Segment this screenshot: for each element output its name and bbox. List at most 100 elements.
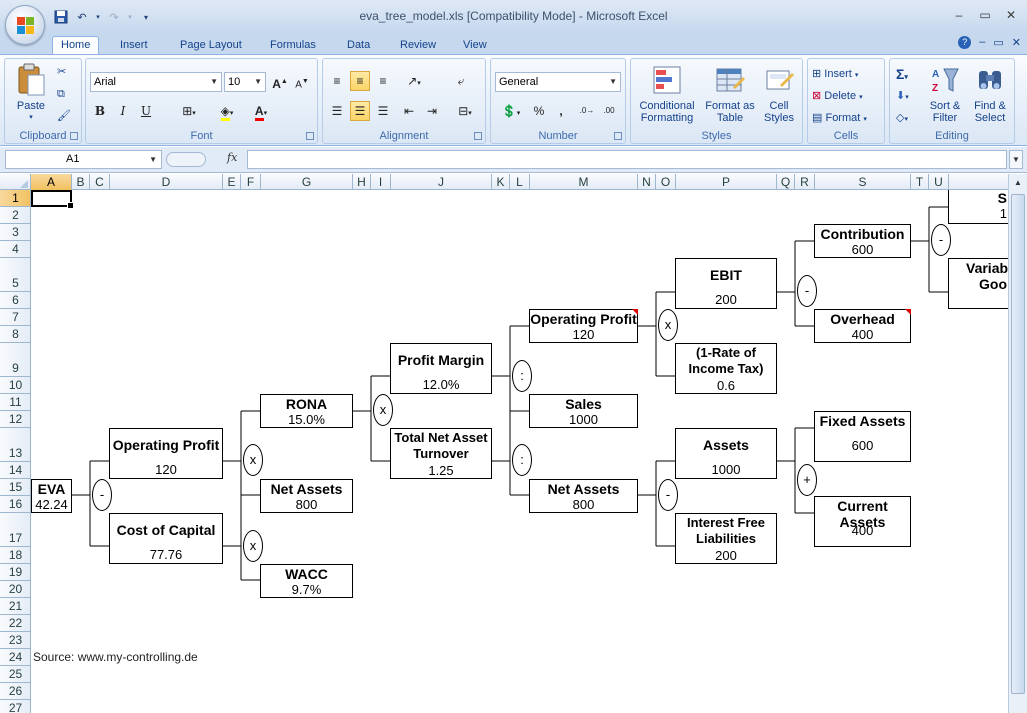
column-header[interactable]: P	[676, 174, 777, 190]
row-header[interactable]: 18	[0, 547, 30, 564]
format-cells-button[interactable]: ▤ Format ▾	[812, 111, 867, 127]
row-header[interactable]: 8	[0, 326, 30, 343]
minimize-button[interactable]: –	[949, 6, 969, 24]
insert-cells-button[interactable]: ⊞ Insert ▾	[812, 67, 858, 83]
align-top-button[interactable]: ≡	[327, 71, 347, 91]
insert-function-button[interactable]: fx	[227, 151, 237, 164]
wrap-text-button[interactable]: ⤶	[451, 71, 471, 91]
scroll-up-arrow-icon[interactable]: ▲	[1011, 176, 1025, 190]
bold-button[interactable]: B	[90, 101, 110, 121]
row-header[interactable]: 26	[0, 683, 30, 700]
formula-input[interactable]	[247, 150, 1007, 169]
align-center-button[interactable]: ☰	[350, 101, 370, 121]
row-header[interactable]: 1	[0, 190, 30, 207]
italic-button[interactable]: I	[113, 101, 133, 121]
column-header[interactable]: N	[638, 174, 656, 190]
number-format-combo[interactable]: General ▼	[495, 72, 621, 92]
workbook-restore-icon[interactable]: ▭	[993, 36, 1003, 49]
comma-style-button[interactable]: ,	[551, 101, 571, 121]
sort-filter-button[interactable]: AZ Sort & Filter	[924, 65, 966, 124]
row-header[interactable]: 14	[0, 462, 30, 479]
worksheet-grid[interactable]: EVA 42.24 - Operating Profit 120 Cost of…	[31, 190, 1008, 713]
column-header[interactable]: D	[110, 174, 223, 190]
column-header[interactable]: M	[530, 174, 638, 190]
office-button[interactable]	[5, 5, 45, 45]
column-header[interactable]: K	[492, 174, 510, 190]
column-header[interactable]: O	[656, 174, 676, 190]
font-launcher-icon[interactable]	[306, 132, 314, 140]
formula-handle[interactable]	[166, 152, 206, 167]
comment-indicator[interactable]	[905, 309, 911, 315]
format-painter-icon[interactable]: 🖌	[57, 109, 71, 123]
merge-center-button[interactable]: ⊟▾	[451, 101, 479, 121]
row-header[interactable]: 23	[0, 632, 30, 649]
column-header[interactable]: F	[241, 174, 261, 190]
column-header[interactable]: B	[72, 174, 90, 190]
row-header[interactable]: 17	[0, 513, 30, 547]
row-header[interactable]: 25	[0, 666, 30, 683]
underline-button[interactable]: U	[136, 101, 156, 121]
align-bottom-button[interactable]: ≡	[373, 71, 393, 91]
workbook-minimize-icon[interactable]: –	[979, 36, 985, 49]
column-header[interactable]: E	[223, 174, 241, 190]
paste-dropdown-icon[interactable]: ▾	[11, 112, 51, 124]
column-header[interactable]: Q	[777, 174, 795, 190]
tab-formulas[interactable]: Formulas	[262, 37, 324, 55]
borders-button[interactable]: ⊞▾	[174, 101, 204, 121]
align-right-button[interactable]: ☰	[373, 101, 393, 121]
row-header[interactable]: 3	[0, 224, 30, 241]
paste-button[interactable]: Paste ▾	[11, 63, 51, 124]
workbook-close-icon[interactable]: ✕	[1012, 36, 1021, 49]
column-header[interactable]: S	[815, 174, 911, 190]
autosum-button[interactable]: Σ▾	[896, 67, 908, 85]
copy-icon[interactable]: ⧉	[57, 87, 65, 101]
column-header-partial[interactable]	[949, 174, 1008, 190]
row-header[interactable]: 5	[0, 258, 30, 292]
column-header[interactable]: I	[371, 174, 391, 190]
column-header[interactable]: U	[929, 174, 949, 190]
tab-data[interactable]: Data	[339, 37, 378, 55]
format-as-table-button[interactable]: Format as Table	[704, 65, 756, 124]
column-header[interactable]: H	[353, 174, 371, 190]
name-box[interactable]: A1 ▼	[5, 150, 162, 169]
column-header[interactable]: A	[31, 174, 72, 190]
percent-style-button[interactable]: %	[529, 101, 549, 121]
row-header[interactable]: 16	[0, 496, 30, 513]
row-header[interactable]: 9	[0, 343, 30, 377]
close-button[interactable]: ✕	[1001, 6, 1021, 24]
clipboard-launcher-icon[interactable]	[70, 132, 78, 140]
tab-home[interactable]: Home	[52, 36, 100, 54]
help-icon[interactable]: ?	[958, 36, 972, 49]
font-color-button[interactable]: A▾	[246, 101, 276, 121]
decrease-decimal-button[interactable]: .00	[599, 101, 619, 121]
row-header[interactable]: 13	[0, 428, 30, 462]
delete-cells-button[interactable]: ⊠ Delete ▾	[812, 89, 863, 105]
row-header[interactable]: 22	[0, 615, 30, 632]
row-header[interactable]: 21	[0, 598, 30, 615]
column-header[interactable]: J	[391, 174, 492, 190]
row-header[interactable]: 10	[0, 377, 30, 394]
comment-indicator[interactable]	[632, 309, 638, 315]
tab-review[interactable]: Review	[392, 37, 444, 55]
find-select-button[interactable]: Find & Select	[968, 65, 1012, 124]
font-name-combo[interactable]: Arial ▼	[90, 72, 222, 92]
fill-color-button[interactable]: ◈▾	[212, 101, 242, 121]
conditional-formatting-button[interactable]: Conditional Formatting	[634, 65, 700, 124]
clear-button[interactable]: ◇▾	[896, 111, 908, 127]
font-size-combo[interactable]: 10 ▼	[224, 72, 266, 92]
row-header[interactable]: 7	[0, 309, 30, 326]
alignment-launcher-icon[interactable]	[474, 132, 482, 140]
tab-insert[interactable]: Insert	[112, 37, 156, 55]
grow-font-button[interactable]: A▲	[270, 72, 290, 92]
fill-button[interactable]: ⬇▾	[896, 89, 909, 105]
tab-view[interactable]: View	[455, 37, 495, 55]
orientation-button[interactable]: ↗▾	[399, 71, 429, 91]
row-header[interactable]: 12	[0, 411, 30, 428]
decrease-indent-button[interactable]: ⇤	[399, 101, 419, 121]
column-header[interactable]: T	[911, 174, 929, 190]
align-left-button[interactable]: ☰	[327, 101, 347, 121]
increase-indent-button[interactable]: ⇥	[422, 101, 442, 121]
row-header[interactable]: 6	[0, 292, 30, 309]
cut-icon[interactable]: ✂	[57, 65, 66, 79]
column-header[interactable]: R	[795, 174, 815, 190]
